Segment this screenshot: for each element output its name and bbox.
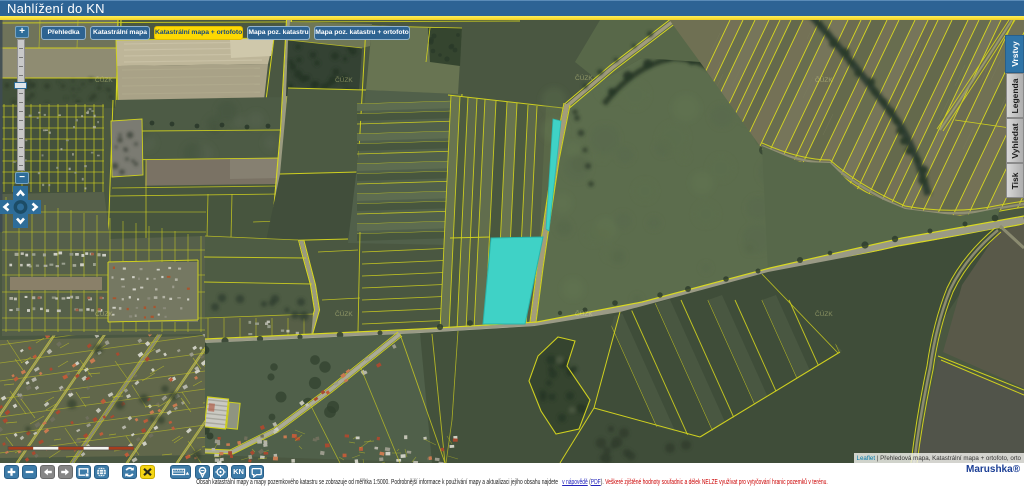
- svg-text:ČÚZK: ČÚZK: [815, 309, 833, 318]
- svg-text:ČÚZK: ČÚZK: [575, 309, 593, 318]
- svg-text:ČÚZK: ČÚZK: [95, 75, 113, 84]
- svg-text:ČÚZK: ČÚZK: [815, 75, 833, 84]
- svg-text:ČÚZK: ČÚZK: [575, 73, 593, 82]
- svg-text:ČÚZK: ČÚZK: [95, 309, 113, 318]
- svg-text:ČÚZK: ČÚZK: [335, 75, 353, 84]
- svg-text:ČÚZK: ČÚZK: [335, 309, 353, 318]
